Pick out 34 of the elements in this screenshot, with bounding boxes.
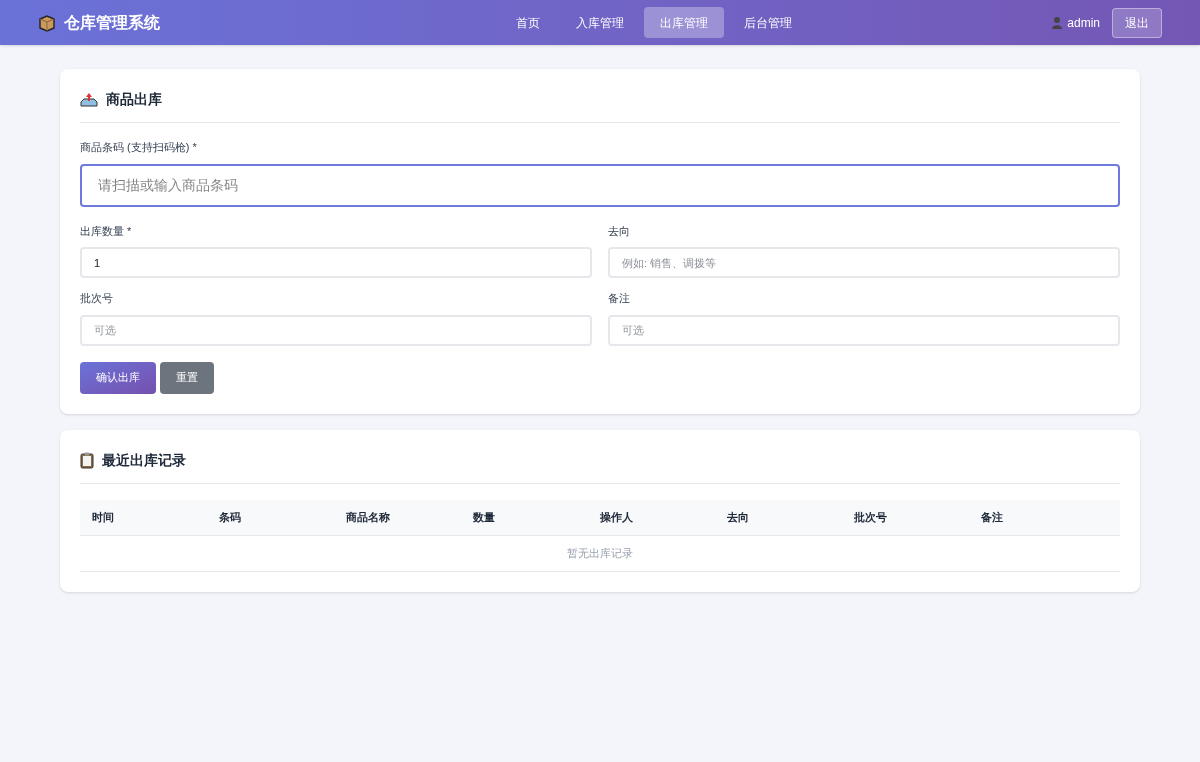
field-label: 商品条码 (支持扫码枪) * [80,140,198,155]
input-field[interactable]: 可选 [80,314,592,346]
nav-tab[interactable]: 后台管理 [728,7,808,38]
clipboard-icon [80,451,94,469]
column-header: 去向 [727,509,750,525]
confirm-button[interactable]: 确认出库 [80,361,156,394]
nav-tab[interactable]: 入库管理 [560,7,640,38]
input-field[interactable]: 可选 [608,314,1120,346]
column-header: 条码 [219,509,242,525]
app-title: 仓库管理系统 [64,12,160,33]
empty-message: 暂无出库记录 [567,545,633,561]
card-title: 最近出库记录 [102,450,186,470]
reset-button[interactable]: 重置 [160,361,214,394]
column-header: 备注 [981,509,1004,525]
card-title: 商品出库 [106,90,162,109]
column-header: 时间 [92,509,115,525]
user-icon [1051,16,1064,29]
column-header: 数量 [473,509,496,525]
field-label: 去向 [608,223,631,239]
input-field[interactable]: 例如: 销售、调拨等 [608,247,1120,278]
barcode-field[interactable]: 请扫描或输入商品条码 [80,163,1120,207]
tray-upload-icon [80,91,98,108]
input-field[interactable]: 1 [80,247,592,278]
nav-tab[interactable]: 首页 [500,7,556,38]
field-label: 出库数量 * [80,223,133,239]
logout-button[interactable]: 退出 [1112,7,1162,38]
nav-tab[interactable]: 出库管理 [644,7,724,38]
field-label: 备注 [608,291,631,306]
column-header: 商品名称 [346,509,391,525]
box-icon [38,13,56,32]
column-header: 操作人 [600,509,634,525]
field-label: 批次号 [80,291,114,306]
column-header: 批次号 [854,509,888,525]
username: admin [1067,14,1100,32]
